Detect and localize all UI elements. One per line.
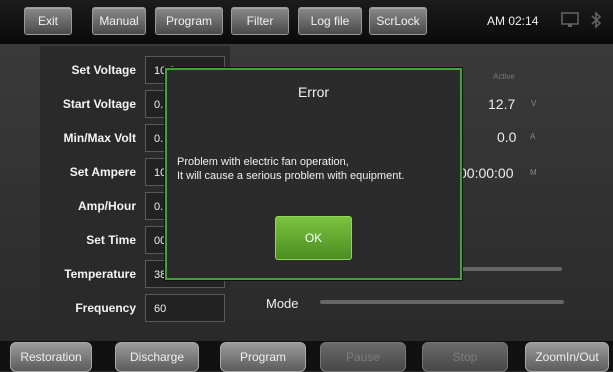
mode-slider[interactable]	[320, 300, 564, 304]
progress-slider[interactable]	[458, 267, 562, 271]
filter-button[interactable]: Filter	[231, 7, 289, 35]
set-time-label: Set Time	[86, 233, 136, 247]
bluetooth-icon	[587, 11, 605, 29]
time-unit: M	[530, 168, 537, 177]
voltage-readout: 12.7	[488, 96, 516, 112]
dialog-message: Problem with electric fan operation, It …	[177, 155, 457, 183]
ampere-unit: A	[530, 132, 536, 141]
time-readout: 00:00:00	[459, 165, 514, 181]
zoom-button[interactable]: ZoomIn/Out	[525, 342, 609, 372]
set-ampere-label: Set Ampere	[69, 165, 136, 179]
top-toolbar: Exit Manual Program Filter Log file ScrL…	[0, 0, 613, 45]
active-header: Active	[493, 72, 515, 81]
error-dialog: Error Problem with electric fan operatio…	[165, 68, 462, 280]
log-file-button[interactable]: Log file	[298, 7, 362, 35]
temperature-label: Temperature	[64, 267, 136, 281]
mode-label: Mode	[266, 296, 299, 311]
dialog-message-line2: It will cause a serious problem with equ…	[177, 170, 405, 182]
monitor-icon	[561, 11, 579, 29]
start-voltage-label: Start Voltage	[62, 97, 136, 111]
bottom-toolbar: Restoration Discharge Program Pause Stop…	[0, 341, 613, 372]
program-button[interactable]: Program	[220, 342, 306, 372]
minmax-volt-label: Min/Max Volt	[63, 131, 136, 145]
dialog-message-line1: Problem with electric fan operation,	[177, 156, 349, 168]
amp-hour-label: Amp/Hour	[78, 199, 136, 213]
scrlock-button[interactable]: ScrLock	[369, 7, 427, 35]
program-tab-button[interactable]: Program	[155, 7, 223, 35]
manual-button[interactable]: Manual	[92, 7, 146, 35]
set-voltage-label: Set Voltage	[71, 63, 136, 77]
ampere-readout: 0.0	[497, 129, 517, 145]
discharge-button[interactable]: Discharge	[115, 342, 199, 372]
clock: AM 02:14	[487, 14, 539, 28]
restoration-button[interactable]: Restoration	[10, 342, 92, 372]
exit-button[interactable]: Exit	[24, 7, 72, 35]
dialog-title: Error	[297, 84, 330, 100]
ok-button[interactable]: OK	[275, 216, 352, 260]
frequency-label: Frequency	[75, 301, 136, 315]
stop-button[interactable]: Stop	[422, 342, 508, 372]
pause-button[interactable]: Pause	[320, 342, 406, 372]
voltage-unit: V	[531, 99, 537, 108]
frequency-field[interactable]: 60	[145, 294, 225, 322]
